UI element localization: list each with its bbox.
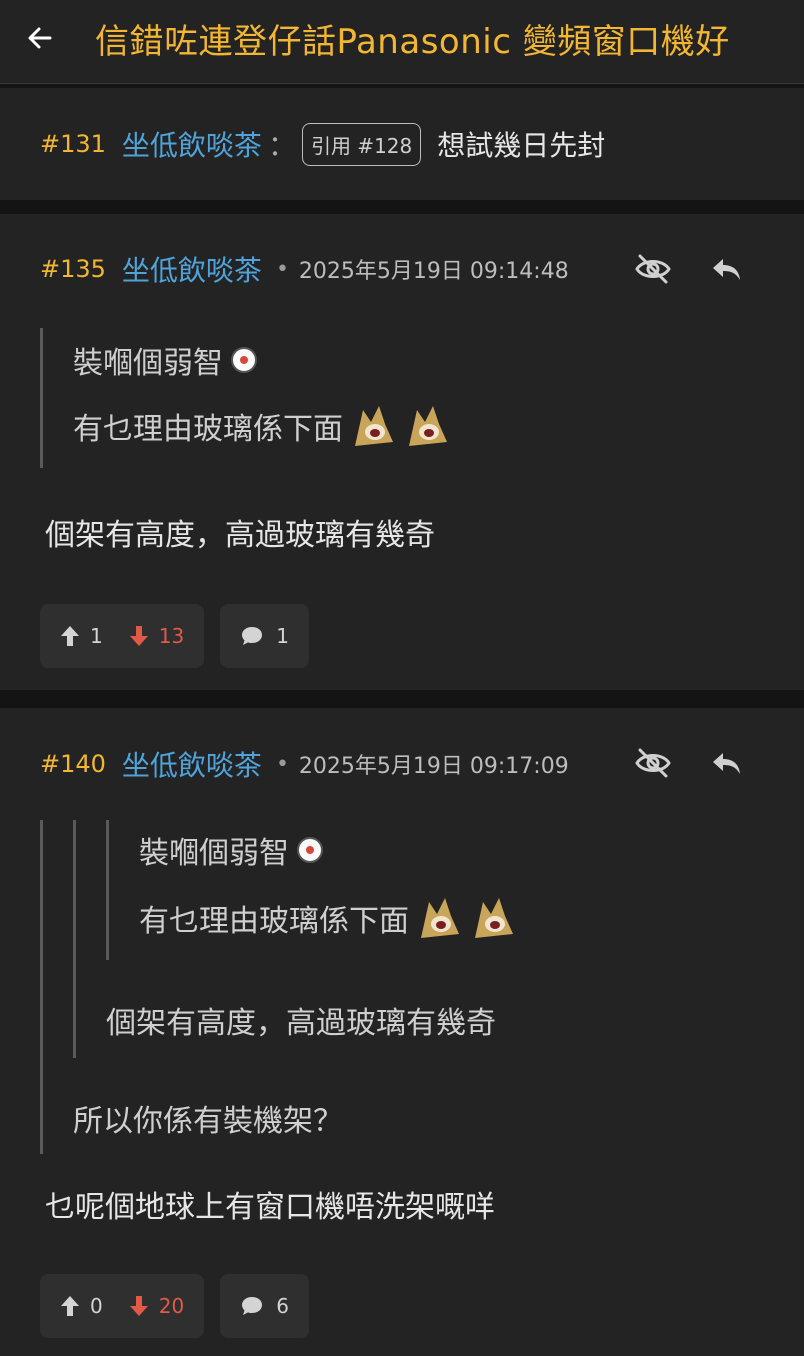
hide-post-button[interactable] — [633, 743, 673, 783]
arrow-down-icon — [129, 1296, 148, 1316]
emoji-cat-icon — [475, 898, 513, 938]
comment-icon — [242, 1297, 263, 1315]
post-header: #135 坐低飲啖茶 • 2025年5月19日 09:14:48 — [0, 214, 804, 324]
quote-line: 裝嗰個弱智 — [73, 332, 804, 388]
reply-button[interactable] — [706, 249, 746, 289]
quote-line: 裝嗰個弱智 — [139, 820, 804, 880]
emoji-cat-icon — [421, 898, 459, 938]
preview-text: 想試幾日先封 — [437, 129, 606, 162]
comments-button[interactable]: 1 — [220, 604, 309, 668]
comments-button[interactable]: 6 — [220, 1274, 309, 1338]
divider — [0, 200, 804, 214]
comment-count: 1 — [276, 624, 289, 648]
downvote-button[interactable]: 20 — [129, 1294, 184, 1318]
reply-preview[interactable]: #131 坐低飲啖茶 ： 引用 #128 想試幾日先封 — [0, 88, 804, 200]
upvote-button[interactable]: 1 — [60, 624, 103, 648]
separator-dot: • — [275, 751, 289, 777]
timestamp: 2025年5月19日 09:17:09 — [298, 754, 569, 779]
top-bar: 信錯咗連登仔話Panasonic 變頻窗口機好 — [0, 0, 804, 84]
quote-line: 有乜理由玻璃係下面 — [139, 880, 804, 956]
arrow-left-icon — [28, 27, 52, 49]
inner-quote-block: 裝嗰個弱智 有乜理由玻璃係下面 — [106, 820, 804, 960]
quote-text: 裝嗰個弱智 — [73, 346, 223, 381]
emoji-cat-icon — [409, 406, 447, 446]
eye-off-icon — [635, 748, 671, 778]
back-button[interactable] — [20, 18, 60, 58]
outer-quote-block: 裝嗰個弱智 有乜理由玻璃係下面 個架有高度，高過玻璃有幾奇 所以你係有裝機架？ — [40, 820, 804, 1154]
upvote-button[interactable]: 0 — [60, 1294, 103, 1318]
post-header: #140 坐低飲啖茶 • 2025年5月19日 09:17:09 — [0, 708, 804, 820]
comment-icon — [242, 627, 263, 645]
separator-dot: • — [275, 256, 289, 282]
quote-line: 所以你係有裝機架？ — [43, 1058, 804, 1154]
username-link[interactable]: 坐低飲啖茶 — [122, 124, 262, 164]
vote-box: 1 13 — [40, 604, 205, 668]
reply-icon — [713, 753, 740, 774]
vote-bar: 1 13 1 — [0, 604, 804, 668]
floor-number: #131 — [40, 130, 106, 158]
vote-bar: 0 20 6 — [0, 1274, 804, 1338]
upvote-count: 0 — [90, 1294, 103, 1318]
quote-line: 有乜理由玻璃係下面 — [73, 388, 804, 464]
downvote-count: 20 — [158, 1294, 185, 1318]
quote-reference-badge[interactable]: 引用 #128 — [301, 122, 422, 166]
quote-line: 個架有高度，高過玻璃有幾奇 — [76, 960, 804, 1058]
quote-text: 有乜理由玻璃係下面 — [139, 904, 409, 939]
downvote-button[interactable]: 13 — [129, 624, 184, 648]
arrow-down-icon — [129, 626, 148, 646]
comment-count: 6 — [276, 1294, 289, 1318]
thread-title: 信錯咗連登仔話Panasonic 變頻窗口機好 — [95, 22, 730, 62]
upvote-count: 1 — [90, 624, 103, 648]
eye-off-icon — [635, 254, 671, 284]
quote-block: 裝嗰個弱智 有乜理由玻璃係下面 — [40, 328, 804, 468]
post-body: 乜呢個地球上有窗口機唔洗架嘅咩 — [45, 1190, 495, 1225]
quote-text: 所以你係有裝機架？ — [73, 1104, 343, 1139]
downvote-count: 13 — [158, 624, 185, 648]
username-link[interactable]: 坐低飲啖茶 — [122, 249, 262, 289]
colon: ： — [267, 129, 296, 162]
post-body: 個架有高度，高過玻璃有幾奇 — [45, 518, 435, 553]
arrow-up-icon — [61, 626, 79, 646]
reply-button[interactable] — [706, 743, 746, 783]
post-140: #140 坐低飲啖茶 • 2025年5月19日 09:17:09 裝嗰個弱智 有… — [0, 708, 804, 1356]
floor-number: #135 — [40, 255, 106, 283]
middle-quote-block: 裝嗰個弱智 有乜理由玻璃係下面 個架有高度，高過玻璃有幾奇 — [73, 820, 804, 1058]
floor-number: #140 — [40, 750, 106, 778]
quote-text: 有乜理由玻璃係下面 — [73, 412, 343, 447]
emoji-face-icon — [231, 347, 257, 373]
emoji-face-icon — [297, 837, 323, 863]
arrow-up-icon — [61, 1296, 79, 1316]
hide-post-button[interactable] — [633, 249, 673, 289]
post-135: #135 坐低飲啖茶 • 2025年5月19日 09:14:48 裝嗰個弱智 有… — [0, 214, 804, 690]
vote-box: 0 20 — [40, 1274, 205, 1338]
quote-text: 個架有高度，高過玻璃有幾奇 — [106, 1006, 496, 1041]
emoji-cat-icon — [355, 406, 393, 446]
username-link[interactable]: 坐低飲啖茶 — [122, 744, 262, 784]
timestamp: 2025年5月19日 09:14:48 — [298, 259, 569, 284]
divider — [0, 690, 804, 708]
quote-text: 裝嗰個弱智 — [139, 836, 289, 871]
reply-icon — [713, 259, 740, 280]
